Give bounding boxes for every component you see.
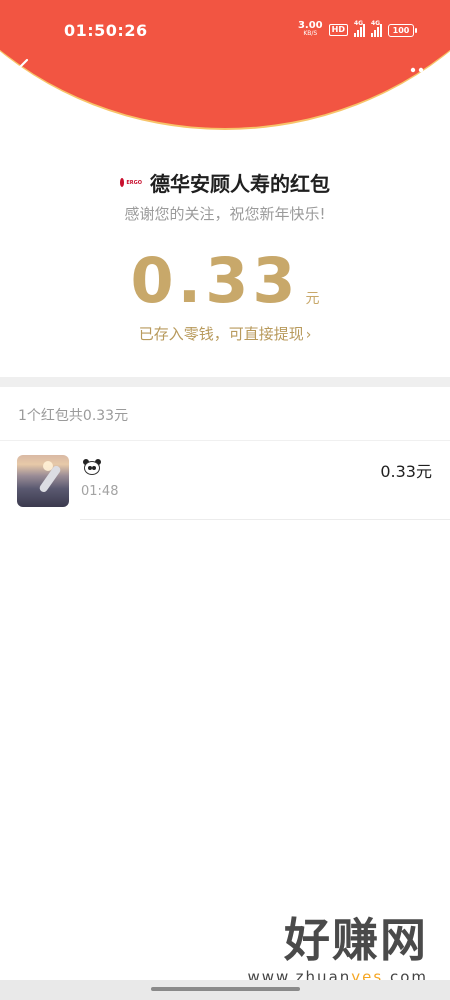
network-speed-unit: KB/S <box>303 30 318 37</box>
chevron-left-icon <box>16 58 29 80</box>
sender-name: 德华安顾人寿的红包 <box>150 172 330 196</box>
envelope-summary: 1个红包共0.33元 <box>18 408 129 424</box>
panda-emoji-icon <box>82 458 102 476</box>
amount-value: 0.33 <box>130 244 300 317</box>
logo-text: ERGO <box>126 179 142 186</box>
battery-icon: 100 <box>388 23 417 37</box>
more-dots-icon <box>410 67 432 73</box>
hd-icon: HD <box>328 24 348 36</box>
signal-label-2: 4G <box>371 20 381 27</box>
amount-unit: 元 <box>305 291 320 307</box>
signal-label: 4G <box>354 20 364 27</box>
divider-line <box>0 440 450 441</box>
divider-line <box>80 519 450 520</box>
red-envelope-header: 01:50:26 3.00 KB/S HD 4G 4G 100 <box>0 0 450 130</box>
amount-display: 0.33 元 <box>0 246 450 316</box>
signal-icon: 4G <box>354 20 365 37</box>
sender-row: ERGO 德华安顾人寿的红包 <box>0 168 450 197</box>
signal-icon-2: 4G <box>371 20 382 37</box>
deposit-link[interactable]: 已存入零钱，可直接提现 › <box>0 323 450 344</box>
ergo-logo-icon: ERGO <box>120 176 142 190</box>
watermark-title: 好赚网 <box>284 913 428 967</box>
greeting-text: 感谢您的关注，祝您新年快乐! <box>124 205 326 223</box>
more-button[interactable] <box>408 62 434 78</box>
record-time: 01:48 <box>81 484 119 499</box>
section-divider <box>0 377 450 387</box>
record-amount: 0.33元 <box>380 462 432 481</box>
back-button[interactable] <box>10 58 34 84</box>
battery-level: 100 <box>392 25 410 35</box>
list-item[interactable]: 01:48 0.33元 <box>0 453 450 521</box>
avatar[interactable] <box>17 455 69 507</box>
chevron-right-icon: › <box>305 327 312 343</box>
home-indicator[interactable] <box>151 987 300 991</box>
network-speed-value: 3.00 <box>297 20 323 31</box>
status-icons: 3.00 KB/S HD 4G 4G 100 <box>297 20 417 40</box>
network-speed: 3.00 KB/S <box>297 20 323 38</box>
watermark-logo: 好赚网 www.zhuanyes.com <box>228 915 428 987</box>
status-bar: 01:50:26 3.00 KB/S HD 4G 4G 100 <box>0 0 450 60</box>
status-time: 01:50:26 <box>64 21 148 40</box>
deposit-text: 已存入零钱，可直接提现 <box>138 325 304 343</box>
